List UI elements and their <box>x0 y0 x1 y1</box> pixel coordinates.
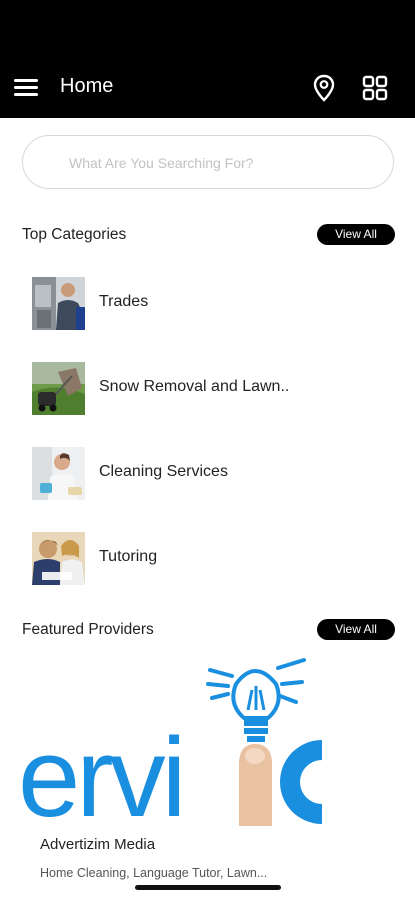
featured-providers-view-all-button[interactable]: View All <box>317 619 395 640</box>
top-categories-view-all-button[interactable]: View All <box>317 224 395 245</box>
category-label: Tutoring <box>99 548 158 565</box>
provider-services: Home Cleaning, Language Tutor, Lawn... <box>40 866 268 880</box>
page-title: Home <box>60 75 114 97</box>
location-pin-icon[interactable] <box>312 74 336 102</box>
provider-banner-text: ervi <box>22 715 186 827</box>
category-item-trades[interactable]: Trades <box>22 267 394 341</box>
hamburger-menu-icon[interactable] <box>14 76 38 98</box>
category-item-snow-removal-lawn[interactable]: Snow Removal and Lawn.. <box>22 352 394 426</box>
search-bar[interactable] <box>22 135 394 189</box>
grid-apps-icon[interactable] <box>362 75 388 101</box>
category-label: Trades <box>99 293 149 310</box>
category-item-cleaning-services[interactable]: Cleaning Services <box>22 437 394 511</box>
category-label: Cleaning Services <box>99 463 228 480</box>
tutoring-thumbnail <box>32 532 85 585</box>
provider-banner-image: ervi <box>22 656 322 826</box>
category-label: Snow Removal and Lawn.. <box>99 378 290 395</box>
home-indicator[interactable] <box>135 885 281 890</box>
category-item-tutoring[interactable]: Tutoring <box>22 522 394 596</box>
provider-name: Advertizim Media <box>40 836 156 853</box>
app-bar: Home <box>0 62 415 118</box>
cleaning-thumbnail <box>32 447 85 500</box>
trades-thumbnail <box>32 277 85 330</box>
provider-card[interactable]: ervi Advertizim Media Home Cleaning, Lan… <box>22 656 322 896</box>
top-categories-title: Top Categories <box>22 226 127 243</box>
status-bar <box>0 0 415 62</box>
featured-providers-title: Featured Providers <box>22 621 154 638</box>
lawn-thumbnail <box>32 362 85 415</box>
search-input[interactable] <box>67 151 371 175</box>
